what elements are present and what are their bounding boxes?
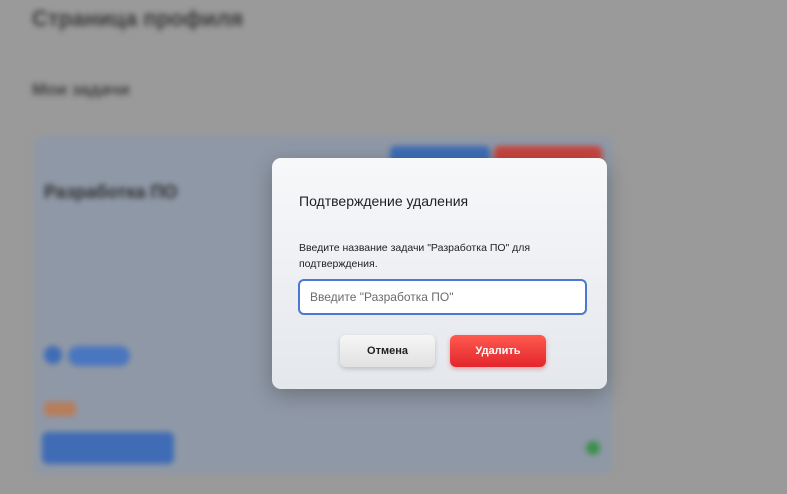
- status-dot-icon: [586, 441, 600, 455]
- assignee-chip: [68, 346, 130, 366]
- delete-button[interactable]: Удалить: [450, 335, 546, 367]
- page-title: Страница профиля: [32, 6, 244, 31]
- task-title: Разработка ПО: [44, 182, 178, 202]
- dialog-title: Подтверждение удаления: [299, 193, 469, 209]
- avatar: [44, 346, 62, 364]
- priority-badge: [44, 402, 76, 416]
- dialog-instructions: Введите название задачи "Разработка ПО" …: [299, 242, 531, 270]
- cancel-button[interactable]: Отмена: [340, 335, 435, 367]
- task-name-confirm-input[interactable]: [298, 279, 587, 315]
- complete-task-button: [42, 432, 174, 464]
- section-title: Мои задачи: [32, 80, 130, 99]
- delete-confirmation-dialog: Подтверждение удаления Введите название …: [272, 158, 607, 389]
